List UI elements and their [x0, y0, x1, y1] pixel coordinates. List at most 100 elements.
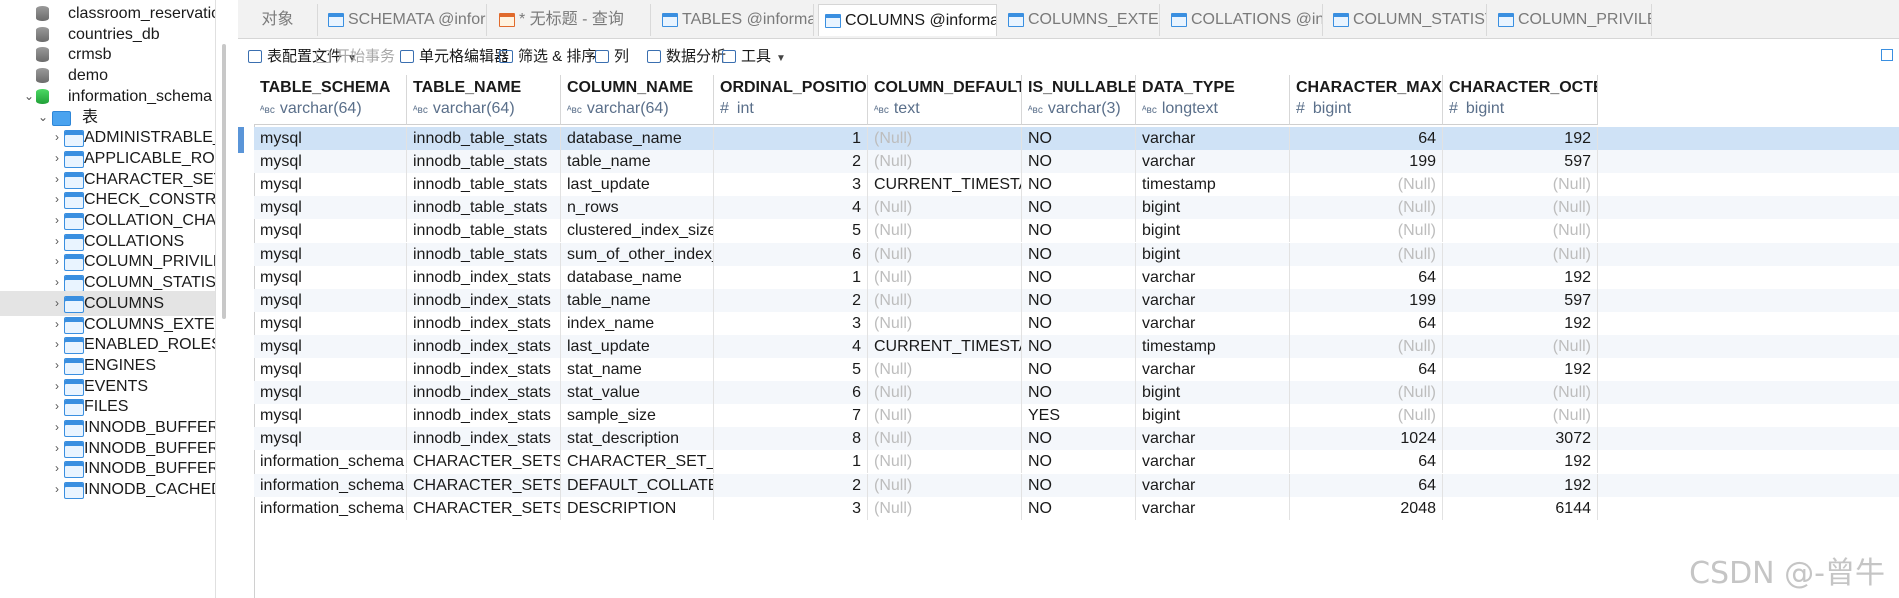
- table-cell[interactable]: (Null): [1443, 196, 1598, 220]
- table-cell[interactable]: mysql: [254, 242, 407, 266]
- table-row[interactable]: mysql innodb_index_stats stat_name 5 (Null) N…: [254, 358, 1899, 381]
- table-cell[interactable]: NO: [1022, 173, 1136, 197]
- table-cell[interactable]: (Null): [868, 196, 1022, 220]
- table-cell[interactable]: 64: [1290, 311, 1443, 335]
- table-cell[interactable]: CURRENT_TIMESTAMP: [868, 173, 1022, 197]
- table-cell[interactable]: NO: [1022, 450, 1136, 474]
- table-cell[interactable]: CHARACTER_SETS: [407, 450, 561, 474]
- table-cell[interactable]: 4: [714, 196, 868, 220]
- table-cell[interactable]: (Null): [1290, 173, 1443, 197]
- table-cell[interactable]: (Null): [1443, 242, 1598, 266]
- table-cell[interactable]: (Null): [1290, 334, 1443, 358]
- chevron-right-icon[interactable]: ›: [50, 477, 64, 502]
- column-header[interactable]: DATA_TYPE ᴬʙc longtext: [1136, 75, 1290, 125]
- table-row[interactable]: mysql innodb_index_stats sample_size 7 (Null…: [254, 404, 1899, 428]
- table-cell[interactable]: timestamp: [1136, 334, 1290, 358]
- column-header[interactable]: COLUMN_NAME ᴬʙc varchar(64): [561, 75, 714, 125]
- table-cell[interactable]: mysql: [254, 311, 407, 335]
- table-row[interactable]: information_schema CHARACTER_SETS CHARACTE…: [254, 450, 1899, 474]
- table-cell[interactable]: 64: [1290, 127, 1443, 150]
- table-cell[interactable]: innodb_index_stats: [407, 404, 561, 428]
- table-cell[interactable]: 2: [714, 288, 868, 312]
- table-cell[interactable]: mysql: [254, 127, 407, 150]
- table-cell[interactable]: (Null): [868, 450, 1022, 474]
- table-cell[interactable]: NO: [1022, 311, 1136, 335]
- table-cell[interactable]: database_name: [561, 265, 714, 289]
- table-cell[interactable]: innodb_table_stats: [407, 173, 561, 197]
- table-cell[interactable]: varchar: [1136, 265, 1290, 289]
- table-cell[interactable]: 3072: [1443, 427, 1598, 451]
- table-cell[interactable]: (Null): [868, 288, 1022, 312]
- table-cell[interactable]: (Null): [1443, 334, 1598, 358]
- table-cell[interactable]: stat_description: [561, 427, 714, 451]
- table-cell[interactable]: NO: [1022, 196, 1136, 220]
- table-cell[interactable]: (Null): [1290, 381, 1443, 405]
- table-cell[interactable]: bigint: [1136, 404, 1290, 428]
- cell-editor-button[interactable]: 单元格编辑器: [400, 47, 509, 67]
- table-cell[interactable]: mysql: [254, 381, 407, 405]
- table-cell[interactable]: 5: [714, 358, 868, 381]
- table-cell[interactable]: database_name: [561, 127, 714, 150]
- begin-transaction-button[interactable]: 开始事务: [316, 47, 395, 67]
- table-cell[interactable]: innodb_table_stats: [407, 196, 561, 220]
- table-cell[interactable]: 3: [714, 311, 868, 335]
- table-cell[interactable]: 199: [1290, 150, 1443, 174]
- table-cell[interactable]: mysql: [254, 150, 407, 174]
- table-cell[interactable]: innodb_index_stats: [407, 427, 561, 451]
- table-row[interactable]: information_schema CHARACTER_SETS DESCRIPT…: [254, 496, 1899, 520]
- table-cell[interactable]: (Null): [868, 311, 1022, 335]
- table-cell[interactable]: NO: [1022, 358, 1136, 381]
- table-cell[interactable]: NO: [1022, 127, 1136, 150]
- table-cell[interactable]: information_schema: [254, 450, 407, 474]
- table-cell[interactable]: NO: [1022, 496, 1136, 520]
- table-cell[interactable]: innodb_index_stats: [407, 265, 561, 289]
- table-cell[interactable]: sample_size: [561, 404, 714, 428]
- table-cell[interactable]: bigint: [1136, 219, 1290, 243]
- table-cell[interactable]: 192: [1443, 265, 1598, 289]
- table-cell[interactable]: NO: [1022, 150, 1136, 174]
- tab[interactable]: COLUMNS @information_schema: [818, 4, 997, 36]
- table-cell[interactable]: (Null): [1290, 196, 1443, 220]
- table-cell[interactable]: 1: [714, 127, 868, 150]
- table-cell[interactable]: varchar: [1136, 450, 1290, 474]
- table-row[interactable]: mysql innodb_table_stats table_name 2 (Null)…: [254, 150, 1899, 174]
- table-row[interactable]: mysql innodb_table_stats last_update 3 CURRE…: [254, 173, 1899, 197]
- table-row[interactable]: mysql innodb_table_stats sum_of_other_inde…: [254, 242, 1899, 266]
- table-cell[interactable]: 192: [1443, 358, 1598, 381]
- table-cell[interactable]: varchar: [1136, 150, 1290, 174]
- table-row[interactable]: mysql innodb_table_stats n_rows 4 (Null) NO bi…: [254, 196, 1899, 220]
- table-cell[interactable]: CHARACTER_SETS: [407, 473, 561, 497]
- table-cell[interactable]: innodb_table_stats: [407, 242, 561, 266]
- table-cell[interactable]: (Null): [868, 127, 1022, 150]
- table-cell[interactable]: 1: [714, 265, 868, 289]
- table-cell[interactable]: 3: [714, 496, 868, 520]
- table-cell[interactable]: 6: [714, 242, 868, 266]
- table-cell[interactable]: table_name: [561, 288, 714, 312]
- table-cell[interactable]: innodb_index_stats: [407, 288, 561, 312]
- table-cell[interactable]: 2048: [1290, 496, 1443, 520]
- table-cell[interactable]: (Null): [1443, 219, 1598, 243]
- table-cell[interactable]: 64: [1290, 358, 1443, 381]
- table-row[interactable]: mysql innodb_index_stats index_name 3 (Null)…: [254, 311, 1899, 335]
- tab[interactable]: COLLATIONS @information_schema: [1165, 4, 1323, 36]
- table-cell[interactable]: NO: [1022, 265, 1136, 289]
- table-cell[interactable]: 1: [714, 450, 868, 474]
- table-cell[interactable]: (Null): [868, 496, 1022, 520]
- table-cell[interactable]: DESCRIPTION: [561, 496, 714, 520]
- table-cell[interactable]: information_schema: [254, 496, 407, 520]
- table-row[interactable]: information_schema CHARACTER_SETS DEFAULT_…: [254, 473, 1899, 497]
- table-cell[interactable]: 597: [1443, 288, 1598, 312]
- table-cell[interactable]: stat_value: [561, 381, 714, 405]
- table-cell[interactable]: varchar: [1136, 127, 1290, 150]
- table-cell[interactable]: (Null): [1290, 242, 1443, 266]
- table-cell[interactable]: last_update: [561, 173, 714, 197]
- filter-sort-button[interactable]: 筛选 & 排序: [499, 47, 596, 67]
- tab[interactable]: * 无标题 - 查询: [493, 4, 651, 36]
- table-cell[interactable]: 2: [714, 473, 868, 497]
- table-cell[interactable]: 6: [714, 381, 868, 405]
- column-header[interactable]: CHARACTER_OCTET_LENGTH # bigint: [1443, 75, 1598, 125]
- table-cell[interactable]: sum_of_other_index_sizes: [561, 242, 714, 266]
- table-cell[interactable]: (Null): [868, 150, 1022, 174]
- table-cell[interactable]: (Null): [1443, 173, 1598, 197]
- table-cell[interactable]: mysql: [254, 427, 407, 451]
